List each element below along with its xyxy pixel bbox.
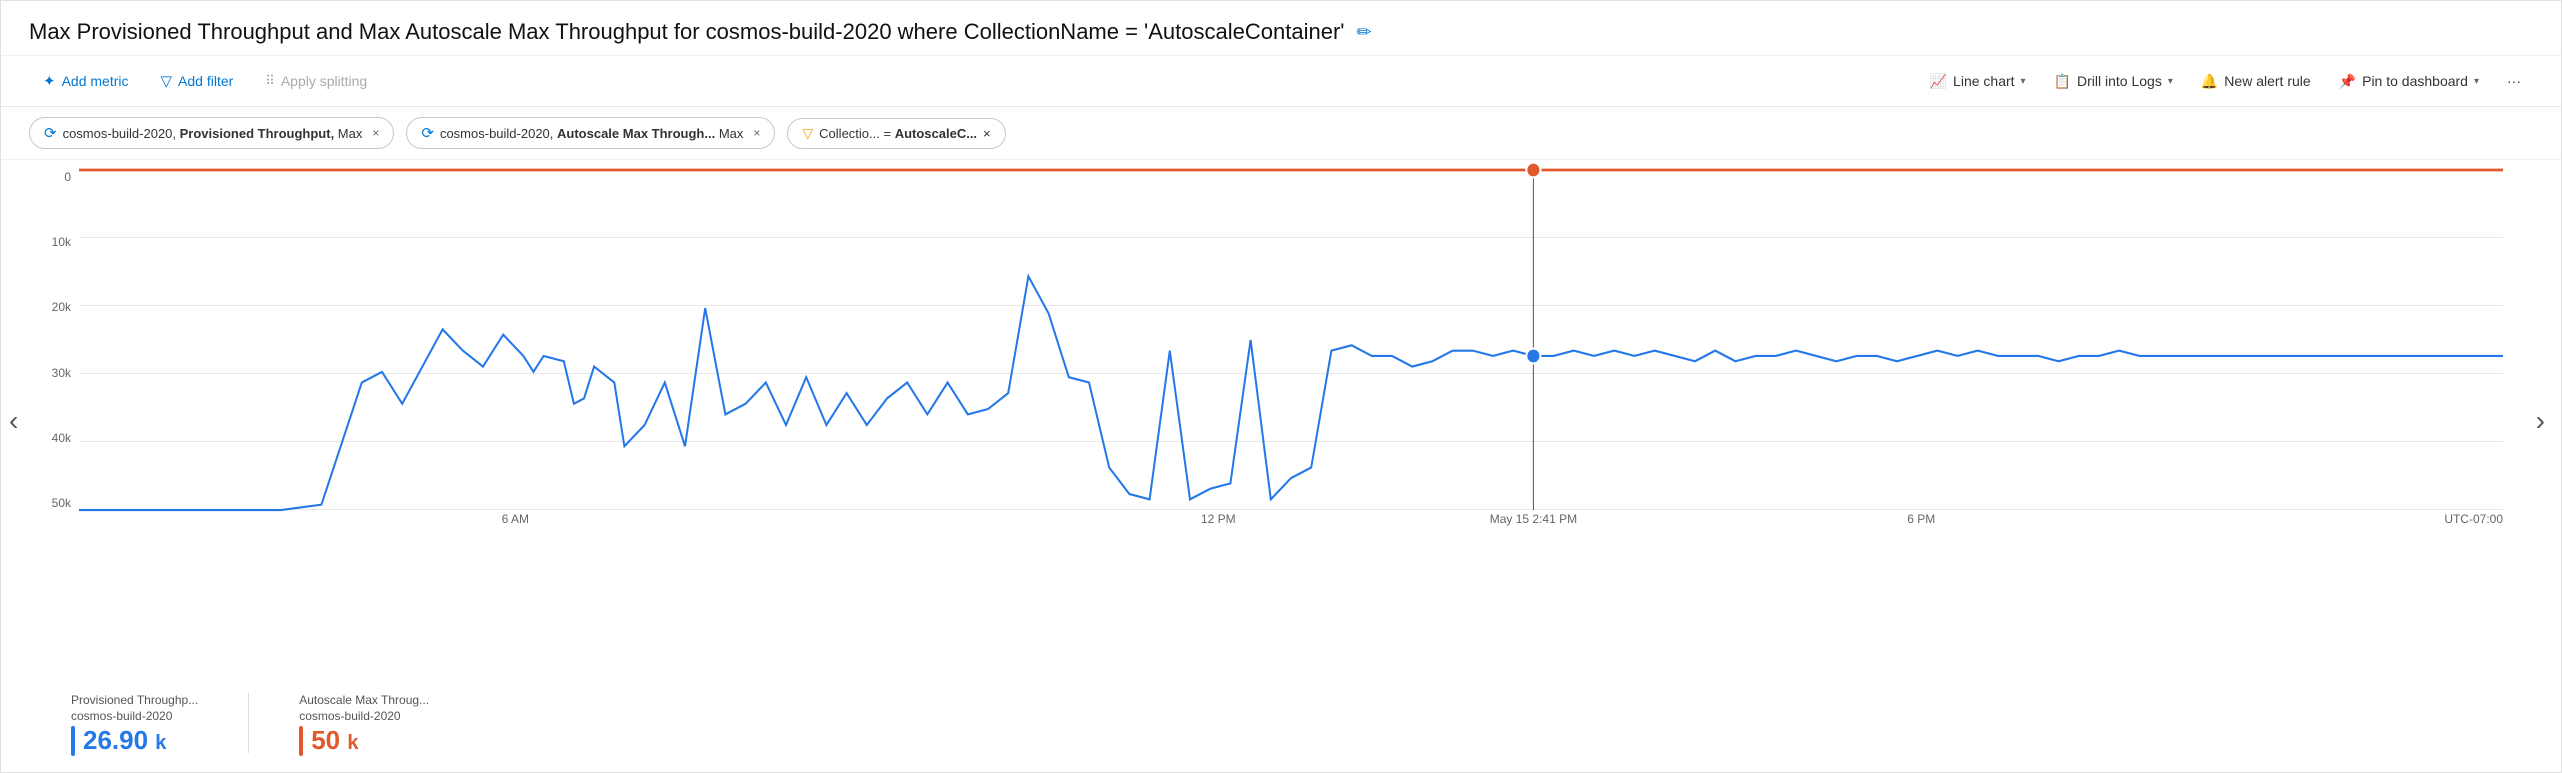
- line-chart-icon: 📈: [1930, 73, 1947, 90]
- pin-dashboard-button[interactable]: 📌 Pin to dashboard ▾: [2327, 67, 2491, 96]
- x-axis: 6 AM 12 PM May 15 2:41 PM 6 PM UTC-07:00: [79, 512, 2503, 540]
- chip1-prefix: cosmos-build-2020, Provisioned Throughpu…: [63, 126, 363, 141]
- x-label-6pm: 6 PM: [1907, 512, 1935, 526]
- filter-chip-label: Collectio... = AutoscaleC...: [819, 126, 977, 141]
- y-axis: 50k 40k 30k 20k 10k 0: [29, 170, 79, 510]
- y-label-0: 0: [64, 170, 71, 184]
- legend-sub-2: cosmos-build-2020: [299, 709, 429, 723]
- filter-icon: ▽: [802, 125, 813, 142]
- utc-label: UTC-07:00: [2444, 512, 2503, 526]
- legend-separator: [248, 693, 249, 753]
- drill-logs-label: Drill into Logs: [2077, 73, 2162, 89]
- legend-value-2: 50 k: [311, 725, 358, 756]
- metric-chip-1: ⟳ cosmos-build-2020, Provisioned Through…: [29, 117, 394, 149]
- metrics-bar: ⟳ cosmos-build-2020, Provisioned Through…: [1, 107, 2561, 160]
- chip2-close-button[interactable]: ×: [753, 126, 760, 140]
- nav-left-button[interactable]: ‹: [1, 401, 26, 441]
- chip2-prefix: cosmos-build-2020, Autoscale Max Through…: [440, 126, 743, 141]
- x-label-12pm: 12 PM: [1201, 512, 1236, 526]
- chip1-close-button[interactable]: ×: [372, 126, 379, 140]
- x-label-6am: 6 AM: [502, 512, 529, 526]
- more-options-button[interactable]: ···: [2495, 67, 2533, 95]
- chart-svg: [79, 170, 2503, 510]
- add-filter-button[interactable]: ▽ Add filter: [147, 66, 248, 96]
- cosmos-icon-1: ⟳: [44, 124, 57, 142]
- chart-area: ‹ › 50k 40k 30k 20k 10k 0: [1, 160, 2561, 681]
- y-label-10k: 10k: [52, 235, 71, 249]
- legend-item-2: Autoscale Max Throug... cosmos-build-202…: [299, 693, 429, 756]
- page-title: Max Provisioned Throughput and Max Autos…: [29, 19, 1344, 45]
- toolbar: ✦ Add metric ▽ Add filter ⠿ Apply splitt…: [1, 56, 2561, 107]
- filter-chip-close-button[interactable]: ×: [983, 126, 991, 141]
- new-alert-label: New alert rule: [2224, 73, 2310, 89]
- drill-logs-chevron: ▾: [2168, 76, 2173, 87]
- line-chart-button[interactable]: 📈 Line chart ▾: [1918, 67, 2038, 96]
- legend-sub-1: cosmos-build-2020: [71, 709, 198, 723]
- edit-icon[interactable]: ✏: [1356, 22, 1371, 43]
- add-filter-label: Add filter: [178, 73, 233, 89]
- y-label-20k: 20k: [52, 300, 71, 314]
- add-metric-icon: ✦: [43, 72, 56, 90]
- apply-splitting-icon: ⠿: [265, 73, 275, 89]
- x-label-cursor: May 15 2:41 PM: [1490, 512, 1577, 526]
- title-bar: Max Provisioned Throughput and Max Autos…: [1, 1, 2561, 56]
- drill-logs-icon: 📋: [2054, 73, 2071, 90]
- toolbar-left: ✦ Add metric ▽ Add filter ⠿ Apply splitt…: [29, 66, 1918, 96]
- y-label-40k: 40k: [52, 431, 71, 445]
- line-chart-label: Line chart: [1953, 73, 2014, 89]
- add-metric-label: Add metric: [62, 73, 129, 89]
- legend-color-2: [299, 726, 303, 756]
- new-alert-button[interactable]: 🔔 New alert rule: [2189, 67, 2323, 96]
- apply-splitting-button[interactable]: ⠿ Apply splitting: [251, 67, 381, 95]
- metric-chip-2: ⟳ cosmos-build-2020, Autoscale Max Throu…: [406, 117, 775, 149]
- line-chart-chevron: ▾: [2021, 76, 2026, 87]
- pin-chevron: ▾: [2474, 76, 2479, 87]
- legend-item-1: Provisioned Throughp... cosmos-build-202…: [71, 693, 198, 756]
- add-metric-button[interactable]: ✦ Add metric: [29, 66, 143, 96]
- new-alert-icon: 🔔: [2201, 73, 2218, 90]
- legend-label-2: Autoscale Max Throug...: [299, 693, 429, 707]
- filter-chip: ▽ Collectio... = AutoscaleC... ×: [787, 118, 1005, 149]
- drill-logs-button[interactable]: 📋 Drill into Logs ▾: [2042, 67, 2185, 96]
- legend-color-1: [71, 726, 75, 756]
- y-label-50k: 50k: [52, 496, 71, 510]
- legend-area: Provisioned Throughp... cosmos-build-202…: [1, 681, 2561, 772]
- nav-right-button[interactable]: ›: [2528, 401, 2553, 441]
- add-filter-icon: ▽: [161, 72, 173, 90]
- legend-row-2: 50 k: [299, 725, 429, 756]
- pin-dashboard-label: Pin to dashboard: [2362, 73, 2468, 89]
- y-label-30k: 30k: [52, 366, 71, 380]
- legend-label-1: Provisioned Throughp...: [71, 693, 198, 707]
- pin-icon: 📌: [2339, 73, 2356, 90]
- legend-value-1: 26.90 k: [83, 725, 166, 756]
- cosmos-icon-2: ⟳: [421, 124, 434, 142]
- legend-row-1: 26.90 k: [71, 725, 198, 756]
- chart-wrapper: 50k 40k 30k 20k 10k 0: [29, 170, 2533, 540]
- toolbar-right: 📈 Line chart ▾ 📋 Drill into Logs ▾ 🔔 New…: [1918, 67, 2533, 96]
- chart-inner: [79, 170, 2503, 510]
- apply-splitting-label: Apply splitting: [281, 73, 367, 89]
- more-icon: ···: [2507, 73, 2521, 89]
